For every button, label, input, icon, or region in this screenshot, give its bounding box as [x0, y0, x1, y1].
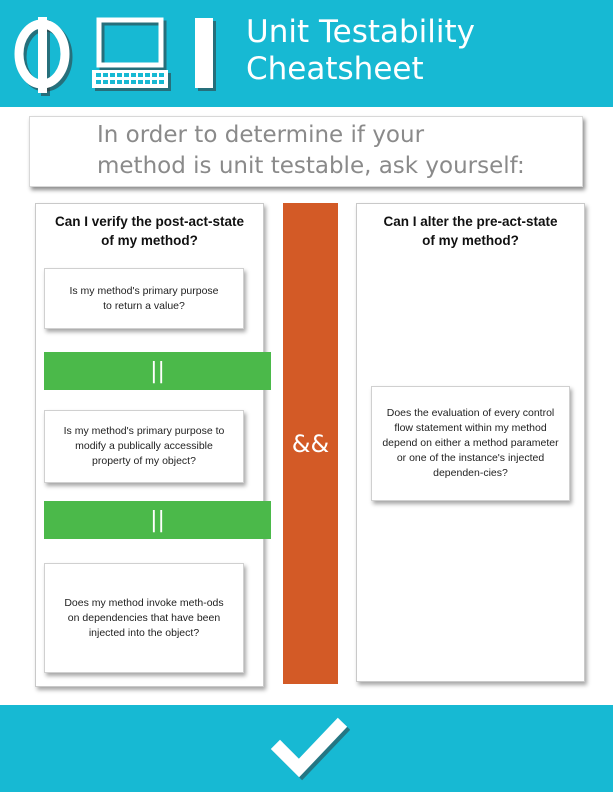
intro-text: In order to determine if your method is …: [97, 120, 577, 182]
question-card-modify-property: Is my method's primary purpose to modify…: [44, 410, 244, 483]
or-operator-bar: ||: [44, 501, 271, 539]
and-operator-bar: &&: [283, 203, 338, 684]
heading-line-2: of my method?: [101, 233, 198, 248]
post-act-state-heading: Can I verify the post-act-state of my me…: [36, 212, 263, 250]
title-line-2: Cheatsheet: [246, 51, 424, 87]
heading-line-2: of my method?: [422, 233, 519, 248]
question-text: Is my method's primary purpose to modify…: [63, 425, 225, 467]
bar-icon: [195, 18, 216, 91]
title-line-1: Unit Testability: [246, 14, 476, 50]
question-card-return-value: Is my method's primary purpose to return…: [44, 268, 244, 329]
header-banner: Unit Testability Cheatsheet: [0, 0, 613, 107]
page-title: Unit Testability Cheatsheet: [246, 14, 475, 88]
intro-box: In order to determine if your method is …: [29, 116, 583, 187]
phi-symbol-icon: [14, 17, 73, 96]
intro-line-1: In order to determine if your: [97, 122, 425, 148]
question-text: Does my method invoke meth-ods on depend…: [64, 596, 224, 639]
or-operator-bar: ||: [44, 352, 271, 390]
question-card-invoke-dependencies: Does my method invoke meth-ods on depend…: [44, 563, 244, 673]
computer-icon: [92, 17, 171, 91]
checkmark-icon: [270, 717, 350, 781]
pre-act-state-heading: Can I alter the pre-act-state of my meth…: [357, 212, 584, 250]
question-text: Does the evaluation of every control flo…: [382, 407, 559, 479]
question-card-control-flow: Does the evaluation of every control flo…: [371, 386, 570, 501]
heading-line-1: Can I verify the post-act-state: [54, 214, 245, 229]
question-text: Is my method's primary purpose to return…: [69, 284, 219, 312]
logo: [14, 17, 216, 96]
intro-line-2: method is unit testable, ask yourself:: [97, 153, 525, 179]
heading-line-1: Can I alter the pre-act-state: [383, 214, 558, 229]
